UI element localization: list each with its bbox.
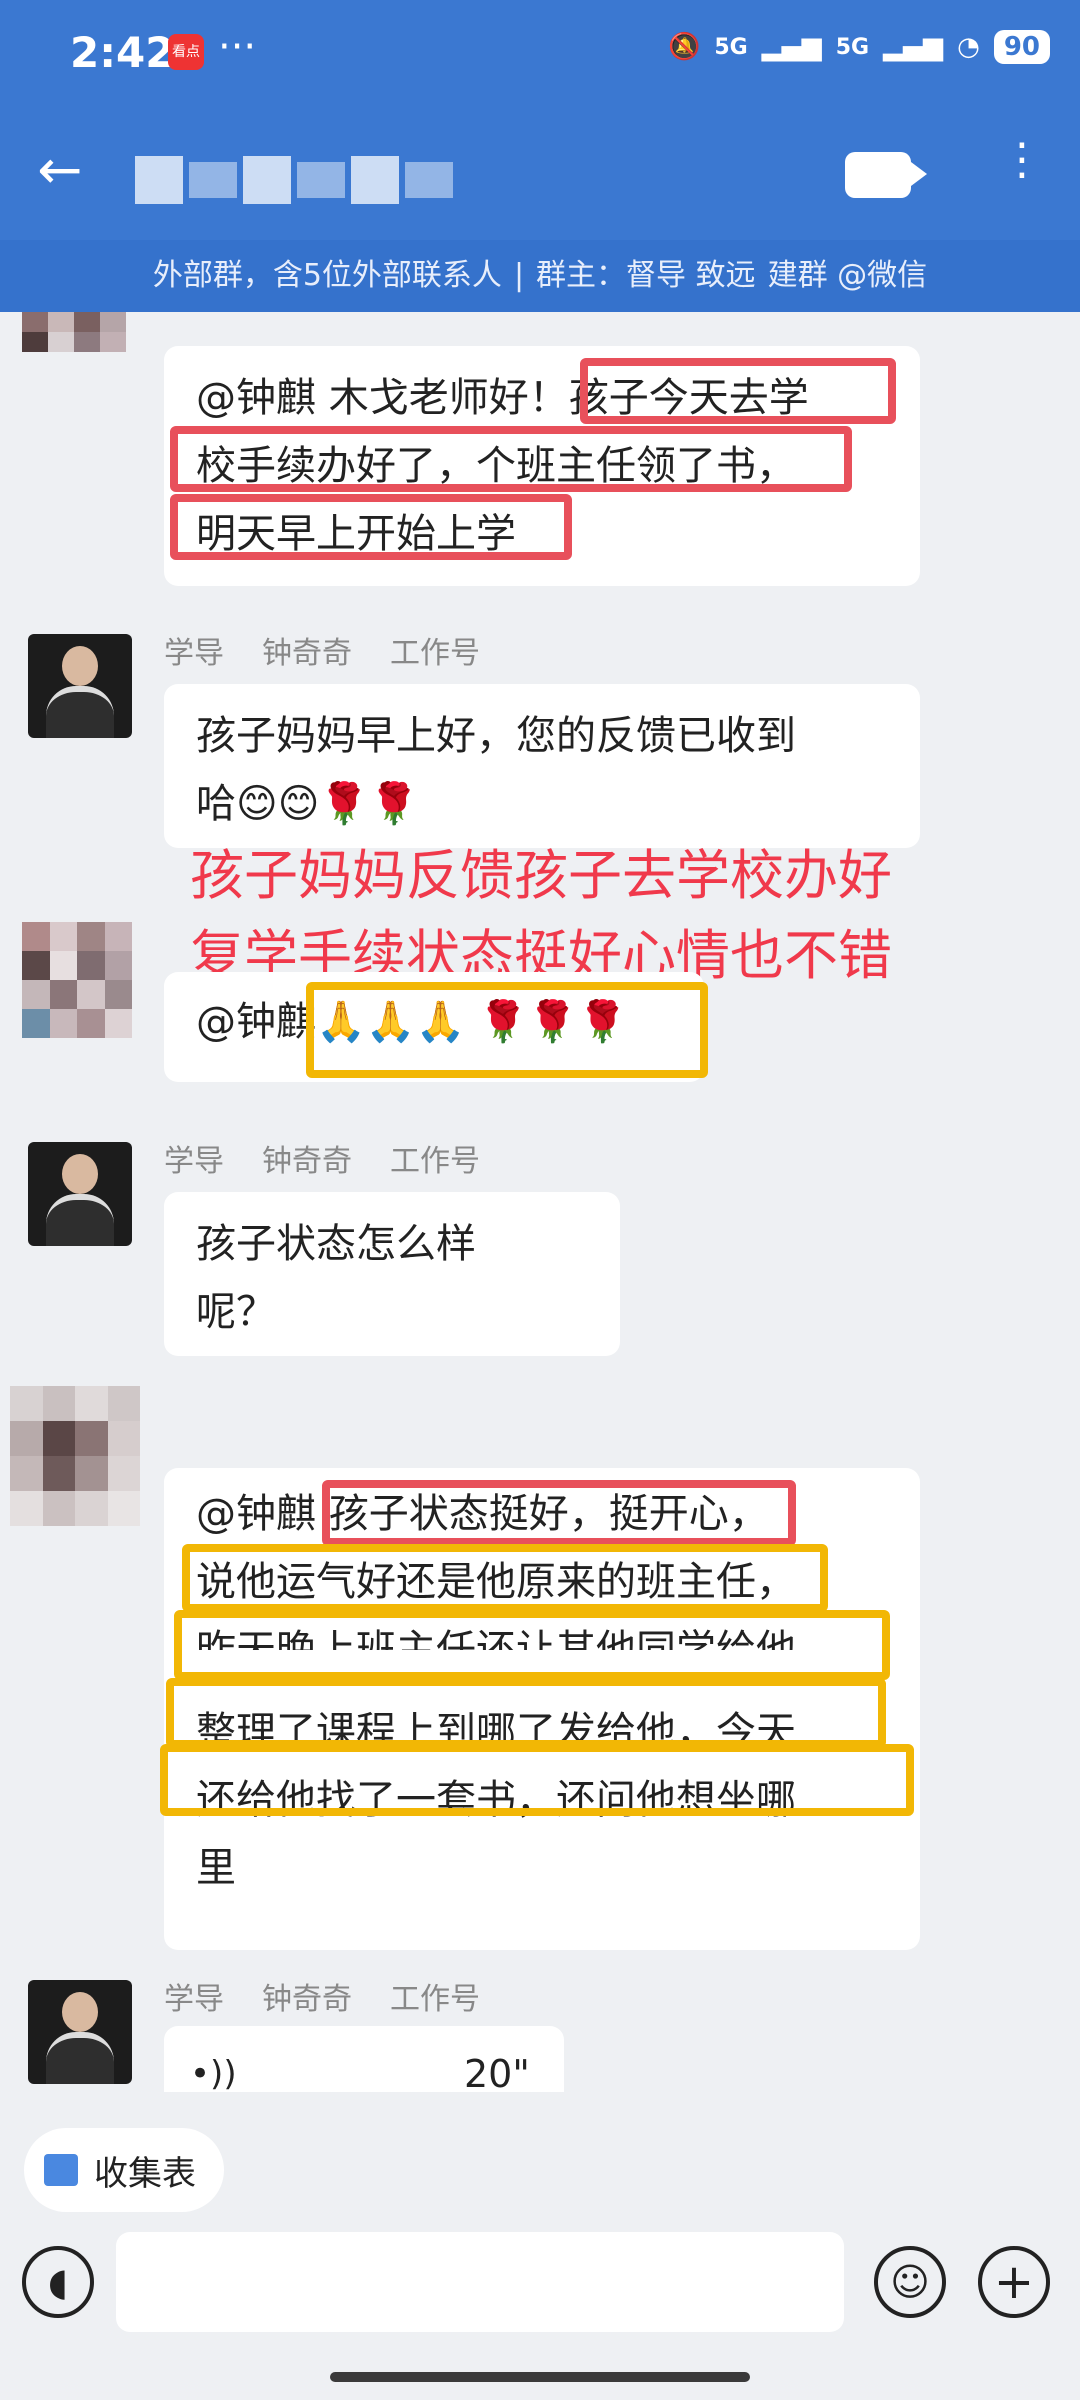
mosaic-block xyxy=(297,162,345,198)
sender-label: 学导 钟奇奇 工作号 xyxy=(164,628,518,672)
voice-input-icon[interactable]: ◖ xyxy=(22,2246,94,2318)
highlight-box-red xyxy=(170,494,572,560)
nav-row: ← ⋮ xyxy=(0,110,1080,240)
video-call-icon[interactable] xyxy=(845,152,927,198)
form-stack-icon xyxy=(44,2154,78,2186)
sender-tag: 工作号 xyxy=(390,1144,480,1179)
voice-wave-icon: •)) xyxy=(190,2054,237,2092)
message-line: 里 xyxy=(196,1845,236,1891)
mosaic-block xyxy=(135,156,183,204)
input-area: 收集表 ◖ ☺ + xyxy=(0,2092,1080,2400)
message-line: 孩子状态怎么样 xyxy=(196,1221,476,1267)
sender-tag: 工作号 xyxy=(390,1982,480,2017)
highlight-box-yellow xyxy=(166,1678,886,1748)
signal-5g-icon: 5G xyxy=(714,34,748,60)
message-line: 孩子妈妈早上好，您的反馈已收到 xyxy=(196,713,796,759)
status-time: 2:42 xyxy=(70,28,175,77)
highlight-box-yellow xyxy=(306,982,708,1078)
back-arrow-icon[interactable]: ← xyxy=(30,140,90,200)
voice-message-bubble[interactable]: •)) 20" xyxy=(164,2026,564,2092)
sender-name: 钟奇奇 xyxy=(262,636,352,671)
sender-label: 学导 钟奇奇 工作号 xyxy=(164,1136,518,1180)
app-notification-icon: 看点 xyxy=(168,34,204,70)
message-list[interactable]: @钟麒 木戈老师好！孩子今天去学 校手续办好了，个班主任领了书， 明天早上开始上… xyxy=(0,312,1080,2092)
more-notifications-icon: ··· xyxy=(218,24,257,70)
annotation-line: 孩子妈妈反馈孩子去学校办好 xyxy=(190,844,892,907)
signal-bars-icon: ▂▄▆ xyxy=(761,32,822,62)
group-info-divider: | xyxy=(513,258,525,293)
message-bubble-2[interactable]: 孩子妈妈早上好，您的反馈已收到 哈😊😊🌹🌹 xyxy=(164,684,920,848)
battery-indicator: 90 xyxy=(993,30,1050,64)
mute-icon: 🔕 xyxy=(668,32,701,62)
highlight-box-yellow xyxy=(182,1544,828,1612)
sender-role: 学导 xyxy=(164,636,224,671)
message-line: 呢？ xyxy=(196,1289,276,1335)
group-info-created: 建群 @微信 xyxy=(767,258,928,293)
group-info-owner: 群主：督导 致远 xyxy=(536,258,756,293)
message-line: 哈😊😊🌹🌹 xyxy=(196,781,420,827)
sender-tag: 工作号 xyxy=(390,636,480,671)
avatar-teacher[interactable] xyxy=(28,1142,132,1246)
sender-name: 钟奇奇 xyxy=(262,1982,352,2017)
chat-title-redacted xyxy=(135,140,465,220)
highlight-box-red xyxy=(322,1480,796,1546)
mosaic-block xyxy=(405,162,453,198)
sender-name: 钟奇奇 xyxy=(262,1144,352,1179)
highlight-box-yellow xyxy=(160,1744,914,1816)
avatar-teacher[interactable] xyxy=(28,1980,132,2084)
highlight-box-red xyxy=(580,358,896,424)
mosaic-block xyxy=(243,156,291,204)
status-bar: 2:42 看点 ··· 🔕 5G ▂▄▆ 5G ▂▄▆ ◔ 90 xyxy=(0,0,1080,110)
more-options-icon[interactable]: ⋮ xyxy=(1000,138,1044,210)
highlight-box-yellow xyxy=(174,1610,890,1680)
sender-role: 学导 xyxy=(164,1144,224,1179)
sender-label: 学导 钟奇奇 工作号 xyxy=(164,1974,518,2018)
highlight-box-red xyxy=(170,426,852,492)
home-indicator[interactable] xyxy=(330,2372,750,2382)
voice-duration: 20" xyxy=(464,2052,530,2092)
chat-header: 2:42 看点 ··· 🔕 5G ▂▄▆ 5G ▂▄▆ ◔ 90 ← ⋮ 外部群… xyxy=(0,0,1080,312)
message-input[interactable] xyxy=(116,2232,844,2332)
collect-form-chip[interactable]: 收集表 xyxy=(24,2128,224,2212)
group-info-bar[interactable]: 外部群，含5位外部联系人 | 群主：督导 致远 建群 @微信 xyxy=(0,240,1080,312)
signal-5g-icon-2: 5G xyxy=(835,34,870,60)
collect-form-label: 收集表 xyxy=(94,2153,196,2194)
emoji-icon[interactable]: ☺ xyxy=(874,2246,946,2318)
signal-bars-icon-2: ▂▄▆ xyxy=(883,32,944,62)
group-info-members: 外部群，含5位外部联系人 xyxy=(152,258,502,293)
message-bubble-4[interactable]: 孩子状态怎么样 呢？ xyxy=(164,1192,620,1356)
plus-icon[interactable]: + xyxy=(978,2246,1050,2318)
status-icons: 🔕 5G ▂▄▆ 5G ▂▄▆ ◔ 90 xyxy=(668,30,1050,64)
wifi-icon: ◔ xyxy=(957,32,980,62)
mosaic-block xyxy=(351,156,399,204)
avatar-parent-redacted[interactable] xyxy=(22,922,132,1038)
avatar-parent-redacted[interactable] xyxy=(10,1386,140,1526)
mosaic-block xyxy=(189,162,237,198)
sender-role: 学导 xyxy=(164,1982,224,2017)
avatar-parent-redacted[interactable] xyxy=(22,312,126,392)
avatar-teacher[interactable] xyxy=(28,634,132,738)
